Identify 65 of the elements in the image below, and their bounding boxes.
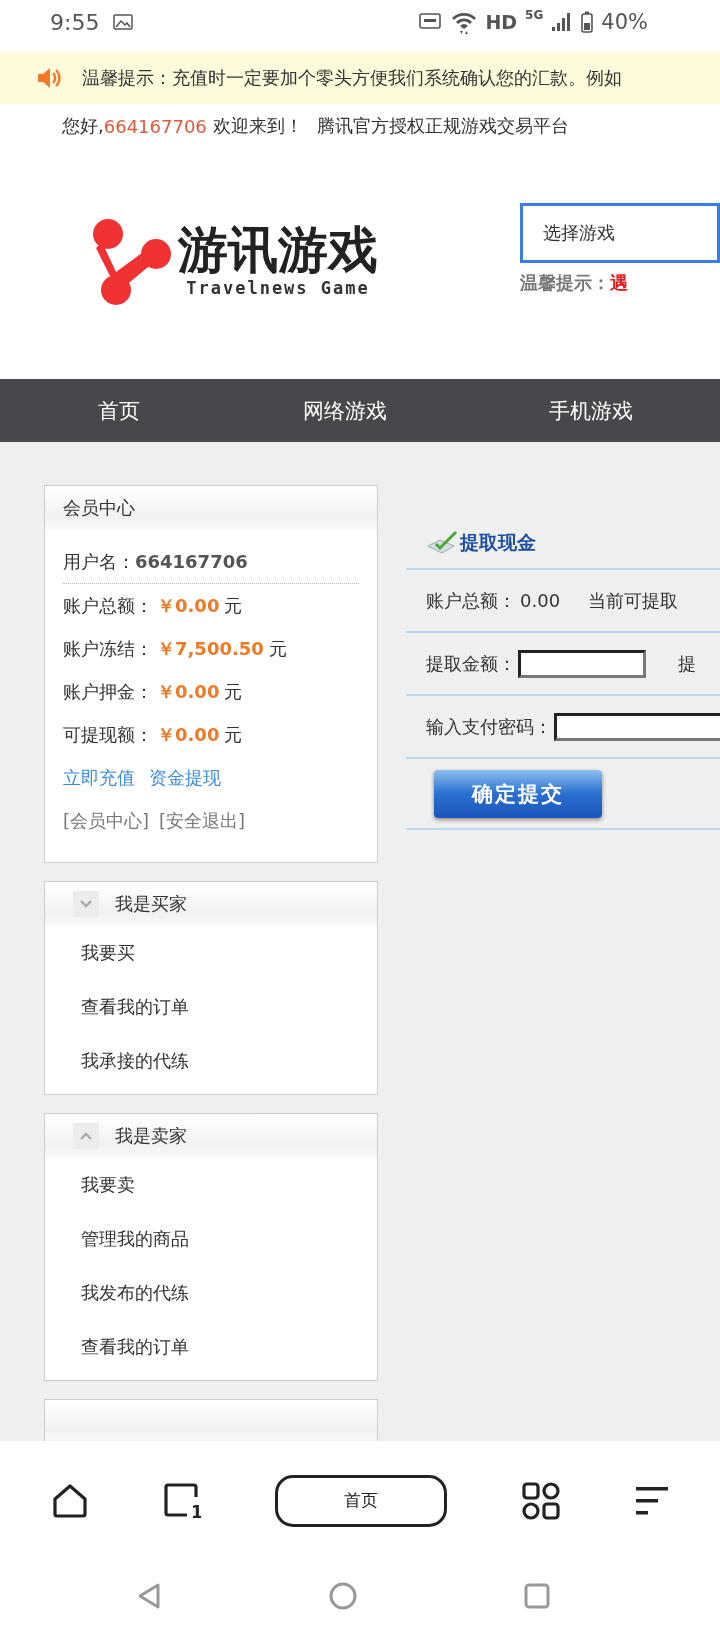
nav-link[interactable]: 网络游戏 xyxy=(222,396,468,425)
home-icon[interactable] xyxy=(52,1482,88,1519)
balance-amount: ￥0.00 xyxy=(157,722,220,747)
currency-unit: 元 xyxy=(268,636,287,661)
total-label: 账户总额： xyxy=(426,588,516,613)
account-link[interactable]: 资金提现 xyxy=(149,765,221,790)
panel-title: 会员中心 xyxy=(63,496,135,520)
status-time: 9:55 xyxy=(50,9,100,35)
username-value: 664167706 xyxy=(135,551,248,572)
balance-amount: ￥0.00 xyxy=(157,679,220,704)
wifi-icon xyxy=(451,10,478,34)
amount-note: 提 xyxy=(678,651,696,676)
balance-label: 账户总额： xyxy=(63,593,153,618)
menu-item[interactable]: 查看我的订单 xyxy=(81,980,377,1034)
greeting-text: 您好, xyxy=(62,114,104,138)
home-tab-button[interactable]: 首页 xyxy=(275,1474,447,1527)
network-generation: 5G xyxy=(525,8,544,22)
nav-link[interactable]: 首页 xyxy=(22,396,222,425)
currency-unit: 元 xyxy=(224,593,243,618)
submit-button[interactable]: 确定提交 xyxy=(434,769,602,818)
username-label: 用户名： xyxy=(63,549,135,574)
currency-unit: 元 xyxy=(224,722,243,747)
menu-item[interactable]: 我发布的代练 xyxy=(81,1266,377,1320)
member-link[interactable]: [安全退出] xyxy=(159,808,246,833)
menu-title: 我是卖家 xyxy=(115,1124,187,1148)
back-icon[interactable] xyxy=(136,1582,162,1610)
nav-link[interactable]: 手机游戏 xyxy=(468,396,714,425)
battery-icon xyxy=(581,11,594,33)
menu-item[interactable]: 我要买 xyxy=(81,926,377,980)
balance-label: 可提现额： xyxy=(63,722,153,747)
hint-text: 遇 xyxy=(610,271,628,293)
logo-name: 游讯游戏 xyxy=(178,223,378,278)
available-label: 当前可提取 xyxy=(588,588,679,613)
logo-tagline: Travelnews Game xyxy=(186,278,370,298)
game-select-field[interactable]: 选择游戏 xyxy=(520,202,720,263)
member-link[interactable]: [会员中心] xyxy=(63,808,150,833)
network-label: HD xyxy=(485,11,518,33)
notice-text: 温馨提示：充值时一定要加个零头方便我们系统确认您的汇款。例如 xyxy=(82,66,622,90)
menu-item[interactable]: 我承接的代练 xyxy=(81,1034,377,1088)
balance-label: 账户押金： xyxy=(63,679,153,704)
menu-item[interactable]: 管理我的商品 xyxy=(81,1212,377,1266)
menu-item[interactable]: 我要卖 xyxy=(81,1158,377,1212)
recents-icon[interactable] xyxy=(524,1583,550,1609)
apps-icon[interactable] xyxy=(521,1481,560,1520)
slogan-text: 腾讯官方授权正规游戏交易平台 xyxy=(316,114,569,138)
total-value: 0.00 xyxy=(520,590,561,611)
edit-icon xyxy=(426,529,460,556)
amount-label: 提取金额： xyxy=(426,651,516,676)
withdraw-title: 提取现金 xyxy=(460,529,536,555)
amount-field[interactable] xyxy=(518,649,646,678)
hint-label: 温馨提示： xyxy=(520,271,610,293)
balance-amount: ￥0.00 xyxy=(157,593,220,618)
image-icon xyxy=(113,14,134,30)
welcome-text: 欢迎来到！ xyxy=(212,114,303,138)
menu-title: 我是买家 xyxy=(115,892,187,916)
balance-amount: ￥7,500.50 xyxy=(157,636,264,661)
username-text: 664167706 xyxy=(103,115,207,137)
currency-unit: 元 xyxy=(224,679,243,704)
menu-item[interactable]: 查看我的订单 xyxy=(81,1320,377,1374)
home-circle-icon[interactable] xyxy=(329,1582,357,1610)
account-link[interactable]: 立即充值 xyxy=(63,765,135,790)
password-label: 输入支付密码： xyxy=(426,714,552,739)
balance-label: 账户冻结： xyxy=(63,636,153,661)
speaker-icon xyxy=(36,65,62,91)
battery-level: 40% xyxy=(601,10,648,34)
